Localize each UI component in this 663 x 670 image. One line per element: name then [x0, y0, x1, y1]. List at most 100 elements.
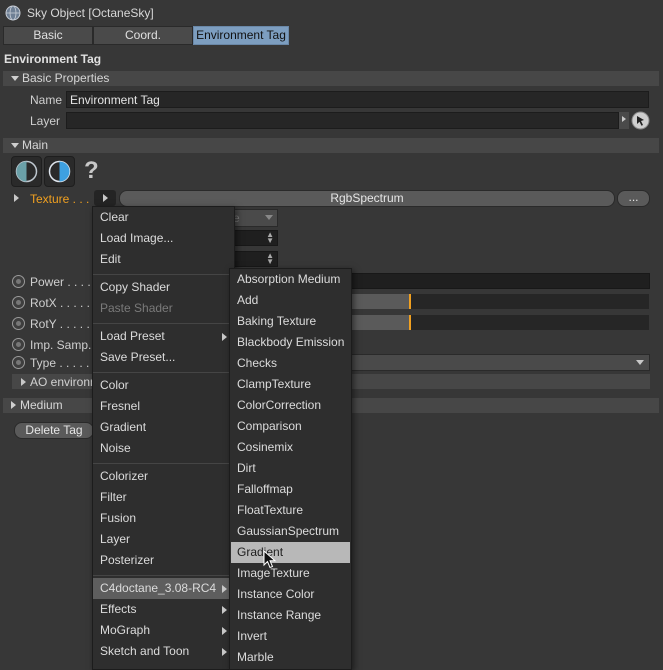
- menu-item-noise[interactable]: Noise: [93, 438, 234, 459]
- group-basic-properties[interactable]: Basic Properties: [3, 71, 659, 86]
- collapse-triangle-icon: [11, 76, 19, 81]
- menu-item-save-preset[interactable]: Save Preset...: [93, 347, 234, 368]
- octane-icon-button-1[interactable]: [11, 156, 42, 187]
- menu-item-clear[interactable]: Clear: [93, 207, 234, 228]
- submenu-item-instance-color[interactable]: Instance Color: [230, 584, 351, 605]
- menu-item-colorizer[interactable]: Colorizer: [93, 466, 234, 487]
- rotx-slider[interactable]: [345, 294, 649, 309]
- menu-item-gradient[interactable]: Gradient: [93, 417, 234, 438]
- submenu-item-add[interactable]: Add: [230, 290, 351, 311]
- layer-label: Layer: [30, 114, 61, 128]
- menu-separator: [93, 274, 234, 275]
- submenu-item-checks[interactable]: Checks: [230, 353, 351, 374]
- type-label: Type . . . . .: [30, 356, 90, 370]
- texture-label: Texture . . .: [30, 192, 90, 206]
- submenu-item-baking-texture[interactable]: Baking Texture: [230, 311, 351, 332]
- power-animate-toggle[interactable]: [12, 275, 25, 288]
- octane-icon-button-2[interactable]: [44, 156, 75, 187]
- menu-item-mograph[interactable]: MoGraph: [93, 620, 234, 641]
- hidden-field-1[interactable]: ▲ ▼: [230, 230, 278, 246]
- roty-animate-toggle[interactable]: [12, 317, 25, 330]
- rotx-slider-handle[interactable]: [409, 294, 411, 309]
- menu-item-filter[interactable]: Filter: [93, 487, 234, 508]
- group-main-label: Main: [22, 138, 49, 152]
- submenu-item-blackbody-emission[interactable]: Blackbody Emission: [230, 332, 351, 353]
- submenu-item-clamptexture[interactable]: ClampTexture: [230, 374, 351, 395]
- texture-menu-button[interactable]: [94, 190, 116, 206]
- type-animate-toggle[interactable]: [12, 356, 25, 369]
- menu-separator: [93, 463, 234, 464]
- layer-dropdown-button[interactable]: [619, 112, 629, 129]
- submenu-arrow-icon: [222, 585, 227, 593]
- mouse-pointer-icon: [263, 550, 277, 569]
- submenu-arrow-icon: [222, 333, 227, 341]
- submenu-item-imagetexture[interactable]: ImageTexture: [230, 563, 351, 584]
- expand-triangle-icon[interactable]: [14, 194, 19, 202]
- roty-label: RotY . . . . .: [30, 317, 90, 331]
- texture-shader-button[interactable]: RgbSpectrum: [119, 190, 615, 207]
- submenu-item-colorcorrection[interactable]: ColorCorrection: [230, 395, 351, 416]
- tab-environment-tag[interactable]: Environment Tag: [193, 26, 289, 45]
- tab-basic[interactable]: Basic: [3, 26, 93, 45]
- menu-item-layer[interactable]: Layer: [93, 529, 234, 550]
- rotx-animate-toggle[interactable]: [12, 296, 25, 309]
- menu-item-load-image[interactable]: Load Image...: [93, 228, 234, 249]
- submenu-item-absorption-medium[interactable]: Absorption Medium: [230, 269, 351, 290]
- help-icon[interactable]: ?: [84, 157, 99, 185]
- submenu-item-marble[interactable]: Marble: [230, 647, 351, 668]
- menu-item-paste-shader: Paste Shader: [100, 301, 173, 315]
- chevron-down-icon: [636, 360, 644, 365]
- submenu-item-floattexture[interactable]: FloatTexture: [230, 500, 351, 521]
- context-menu: Clear Load Image... Edit Copy Shader Pas…: [92, 206, 235, 670]
- hidden-field-2[interactable]: ▲ ▼: [230, 251, 278, 267]
- submenu-item-gradient[interactable]: Gradient: [231, 542, 350, 563]
- menu-item-edit[interactable]: Edit: [93, 249, 234, 270]
- menu-item-fresnel[interactable]: Fresnel: [93, 396, 234, 417]
- menu-item-load-preset[interactable]: Load Preset: [93, 326, 234, 347]
- submenu-arrow-icon: [222, 606, 227, 614]
- menu-item-posterizer[interactable]: Posterizer: [93, 550, 234, 571]
- mode-dropdown[interactable]: e: [230, 209, 278, 227]
- imp-samp-animate-toggle[interactable]: [12, 338, 25, 351]
- texture-more-button[interactable]: ...: [617, 190, 650, 207]
- menu-item-c4doctane[interactable]: C4doctane_3.08-RC4: [93, 578, 234, 599]
- delete-tag-button[interactable]: Delete Tag: [14, 422, 94, 439]
- name-field-value: Environment Tag: [70, 93, 160, 107]
- rotx-slider-fill: [345, 294, 409, 309]
- roty-slider-fill: [345, 315, 409, 330]
- type-dropdown[interactable]: [345, 354, 650, 371]
- roty-slider-handle[interactable]: [409, 315, 411, 330]
- section-title: Environment Tag: [4, 52, 102, 66]
- menu-item-effects[interactable]: Effects: [93, 599, 234, 620]
- menu-separator: [93, 575, 234, 576]
- name-label: Name: [30, 93, 63, 107]
- half-circle-icon: [15, 160, 38, 183]
- group-main[interactable]: Main: [3, 138, 659, 153]
- power-slider[interactable]: [345, 273, 650, 289]
- submenu-item-dirt[interactable]: Dirt: [230, 458, 351, 479]
- rotx-label: RotX . . . . .: [30, 296, 91, 310]
- submenu-item-comparison[interactable]: Comparison: [230, 416, 351, 437]
- menu-item-fusion[interactable]: Fusion: [93, 508, 234, 529]
- ao-environment-label: AO environm: [30, 375, 101, 389]
- spinner-icon[interactable]: ▲ ▼: [266, 231, 274, 245]
- pick-arrow-icon[interactable]: [631, 111, 650, 130]
- tab-coord[interactable]: Coord.: [93, 26, 193, 45]
- roty-slider[interactable]: [345, 315, 649, 330]
- submenu-item-falloffmap[interactable]: Falloffmap: [230, 479, 351, 500]
- menu-item-copy-shader[interactable]: Copy Shader: [93, 277, 234, 298]
- submenu-item-instance-range[interactable]: Instance Range: [230, 605, 351, 626]
- submenu-item-gaussianspectrum[interactable]: GaussianSpectrum: [230, 521, 351, 542]
- menu-item-sketch-and-toon[interactable]: Sketch and Toon: [93, 641, 234, 662]
- layer-field[interactable]: [66, 112, 619, 129]
- half-circle-blue-icon: [48, 160, 71, 183]
- sky-object-icon: [5, 5, 21, 21]
- spinner-icon[interactable]: ▲ ▼: [266, 252, 274, 266]
- submenu-item-invert[interactable]: Invert: [230, 626, 351, 647]
- submenu-item-cosinemix[interactable]: Cosinemix: [230, 437, 351, 458]
- group-medium-label: Medium: [20, 398, 63, 412]
- menu-separator: [93, 372, 234, 373]
- menu-item-color[interactable]: Color: [93, 375, 234, 396]
- title-bar: Sky Object [OctaneSky]: [0, 0, 663, 26]
- caret-right-icon: [103, 194, 108, 202]
